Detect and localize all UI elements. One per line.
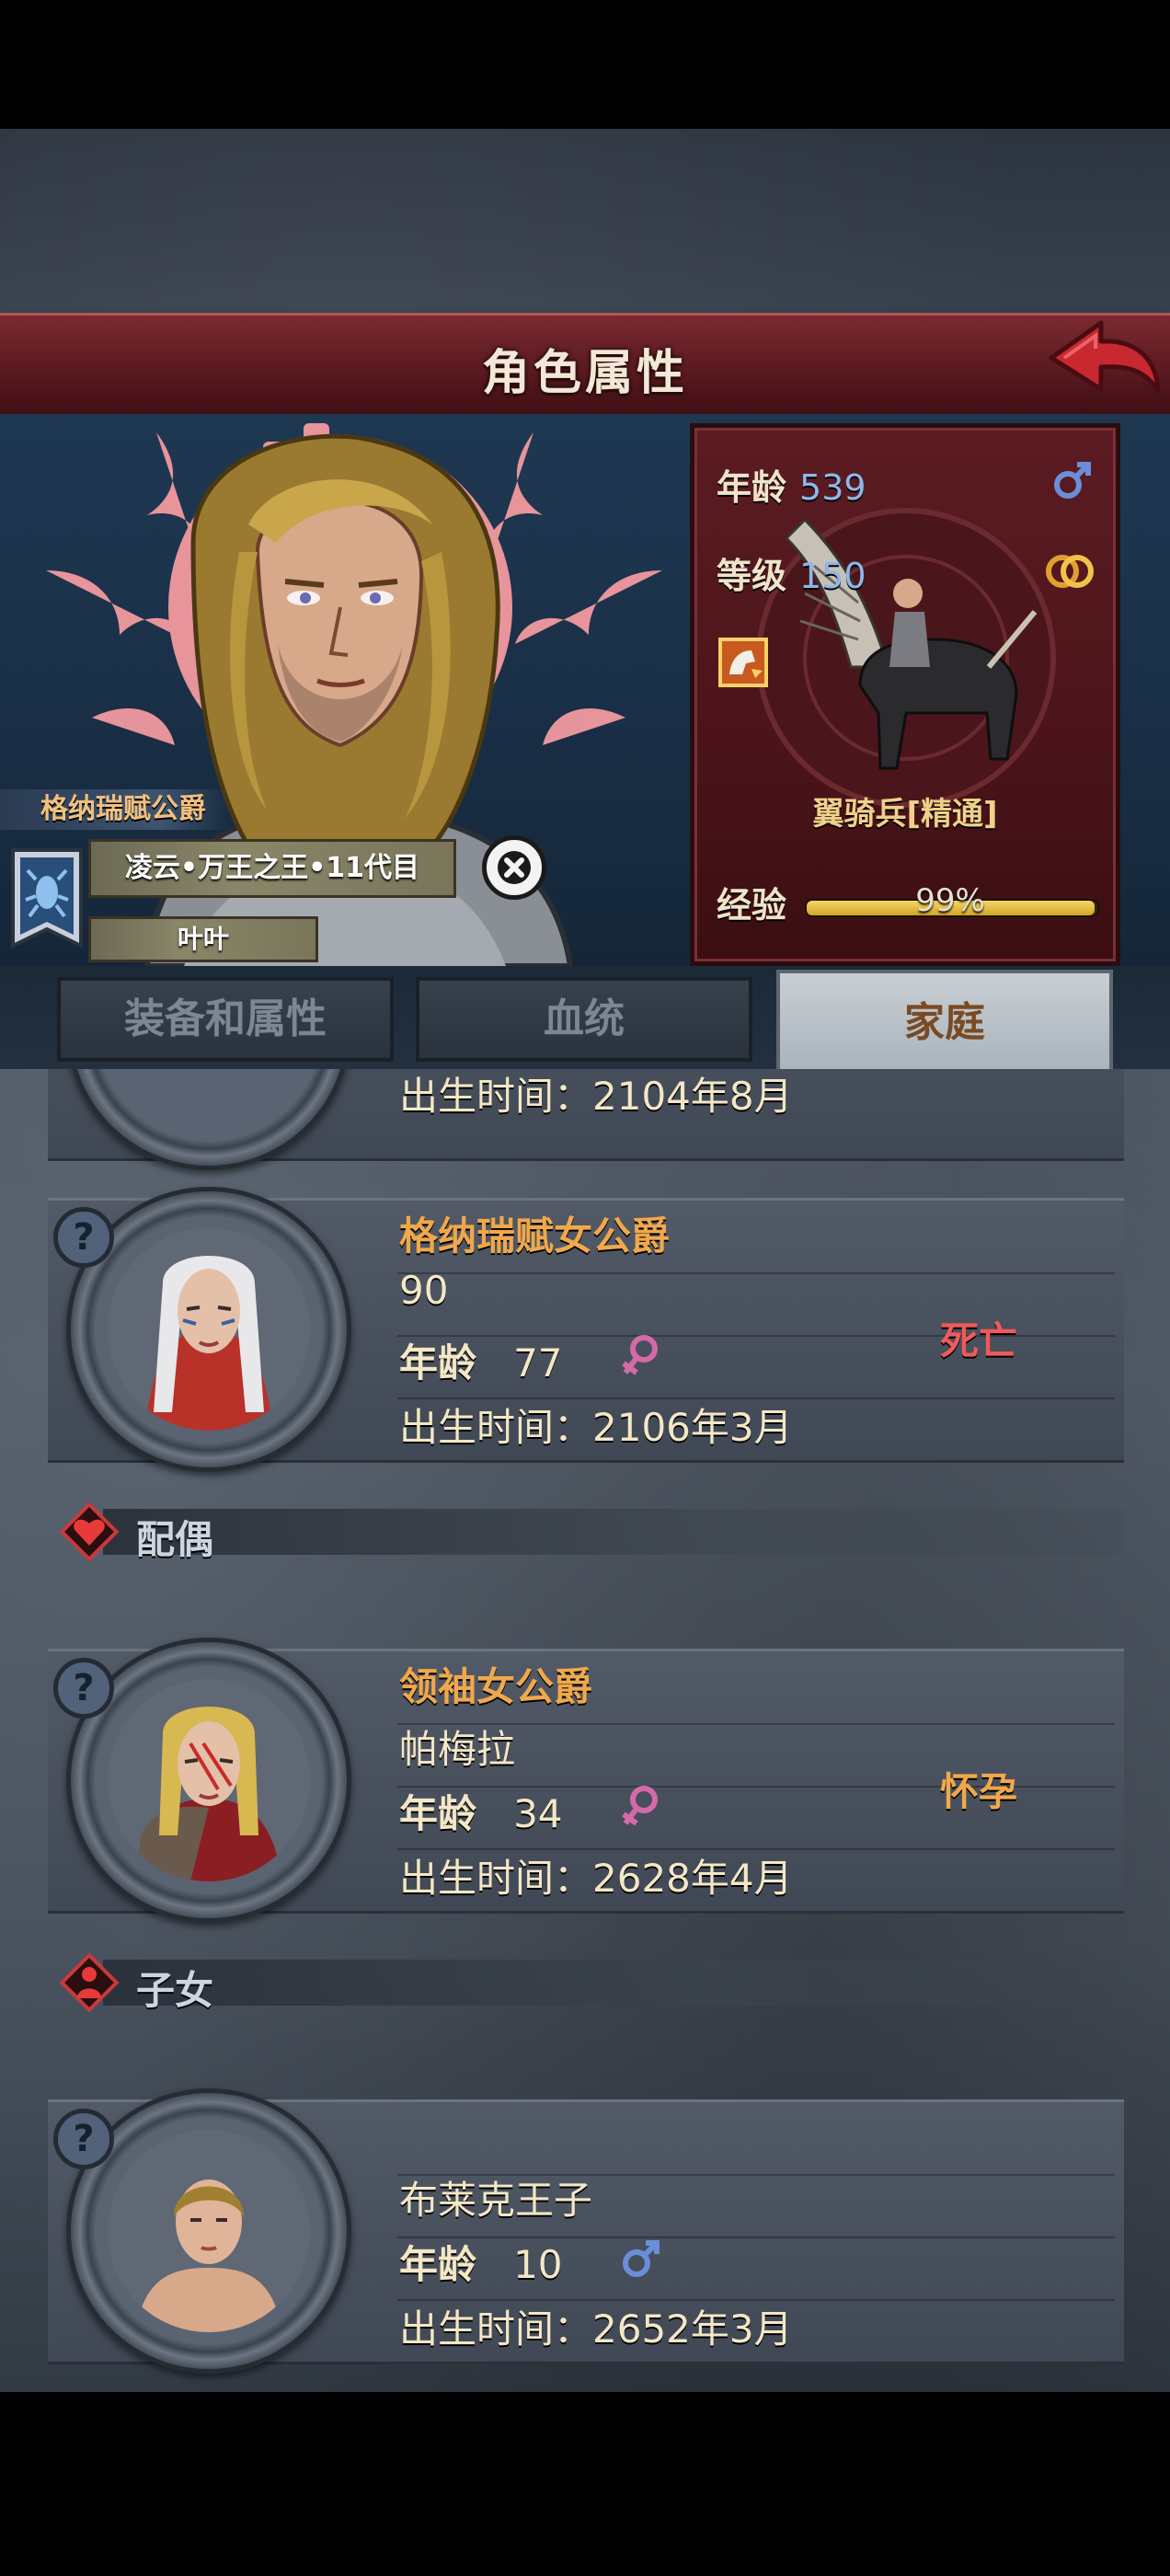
unit-class-icon[interactable]	[718, 638, 768, 687]
spouse-label: 配偶	[136, 1517, 214, 1562]
age-value: 10	[513, 2242, 563, 2287]
tab-bar: 装备和属性 血统 家庭	[0, 966, 1170, 1073]
title-bar: 角色属性	[0, 313, 1170, 419]
wedding-rings-icon[interactable]	[1040, 547, 1099, 592]
parent-card[interactable]: 格纳瑞赋女公爵 90 年龄 77 出生时间：2106年3月 死亡 ?	[48, 1187, 1124, 1472]
age-row: 年龄 539	[717, 459, 866, 510]
female-icon	[622, 1335, 658, 1375]
family-list[interactable]: 出生时间：2104年8月 格纳瑞赋女公爵 90 年龄 77 出生时间：2106年…	[0, 1069, 1170, 2394]
back-arrow-icon[interactable]	[1044, 317, 1164, 405]
child-icon	[59, 1952, 120, 2013]
unit-name: 翼骑兵[精通]	[812, 796, 998, 833]
family-title: 格纳瑞赋女公爵	[399, 1213, 671, 1259]
duchess-portrait	[108, 1228, 310, 1431]
exp-percent: 99%	[915, 882, 985, 919]
age-row: 年龄 77	[399, 1332, 563, 1388]
status-label: 死亡	[940, 1318, 1018, 1363]
age-label: 年龄	[399, 2242, 477, 2287]
bottom-bar	[0, 2392, 1170, 2576]
status-label: 怀孕	[940, 1769, 1018, 1814]
family-name: 布莱克王子	[399, 2178, 593, 2223]
children-section-header: 子女	[48, 1950, 1124, 2015]
family-card-partial[interactable]: 出生时间：2104年8月	[48, 1069, 1124, 1170]
age-value: 34	[513, 1791, 563, 1836]
child-card[interactable]: 布莱克王子 年龄 10 出生时间：2652年3月 ?	[48, 2088, 1124, 2374]
birth-date: 出生时间：2628年4月	[399, 1856, 793, 1901]
level-label: 等级	[717, 556, 787, 596]
info-question-icon[interactable]: ?	[53, 1658, 114, 1719]
exp-label: 经验	[717, 885, 787, 926]
female-icon	[622, 1786, 658, 1826]
house-banner-icon	[11, 848, 83, 949]
tab-family[interactable]: 家庭	[776, 970, 1113, 1073]
birth-date: 出生时间：2104年8月	[399, 1074, 793, 1119]
level-value: 150	[799, 556, 866, 596]
spouse-portrait	[108, 1679, 310, 1881]
heart-icon	[59, 1501, 120, 1562]
close-button[interactable]	[482, 835, 546, 900]
age-label: 年龄	[717, 467, 787, 508]
stats-panel: 年龄 539 等级 150 翼骑兵[精通] 经验 99%	[690, 423, 1120, 966]
family-title: 领袖女公爵	[399, 1664, 593, 1709]
age-label: 年龄	[399, 1791, 477, 1836]
birth-date: 出生时间：2652年3月	[399, 2306, 793, 2352]
birth-date: 出生时间：2106年3月	[399, 1405, 793, 1450]
tab-equipment[interactable]: 装备和属性	[57, 977, 394, 1062]
male-icon	[623, 2240, 660, 2277]
level-row: 等级 150	[717, 547, 866, 598]
family-name: 90	[399, 1268, 449, 1313]
page-title: 角色属性	[481, 346, 688, 401]
tab-bloodline[interactable]: 血统	[416, 977, 752, 1062]
male-icon	[1054, 462, 1091, 499]
character-name: 叶叶	[88, 916, 318, 962]
age-row: 年龄 10	[399, 2234, 563, 2290]
children-label: 子女	[136, 1968, 214, 2013]
spouse-card[interactable]: 领袖女公爵 帕梅拉 年龄 34 出生时间：2628年4月 怀孕 ?	[48, 1638, 1124, 1923]
age-value: 539	[799, 467, 866, 508]
child-portrait	[108, 2130, 310, 2332]
age-value: 77	[513, 1340, 563, 1386]
age-row: 年龄 34	[399, 1783, 563, 1839]
close-icon	[498, 851, 531, 884]
family-name: 帕梅拉	[399, 1727, 516, 1772]
lineage-label: 凌云•万王之王•11代目	[88, 839, 456, 898]
rank-title: 格纳瑞赋公爵	[0, 789, 230, 830]
spouse-section-header: 配偶	[48, 1500, 1124, 1564]
info-question-icon[interactable]: ?	[53, 2109, 114, 2169]
info-question-icon[interactable]: ?	[53, 1207, 114, 1268]
winged-hussar-unit-image	[756, 508, 1056, 808]
age-label: 年龄	[399, 1340, 477, 1386]
